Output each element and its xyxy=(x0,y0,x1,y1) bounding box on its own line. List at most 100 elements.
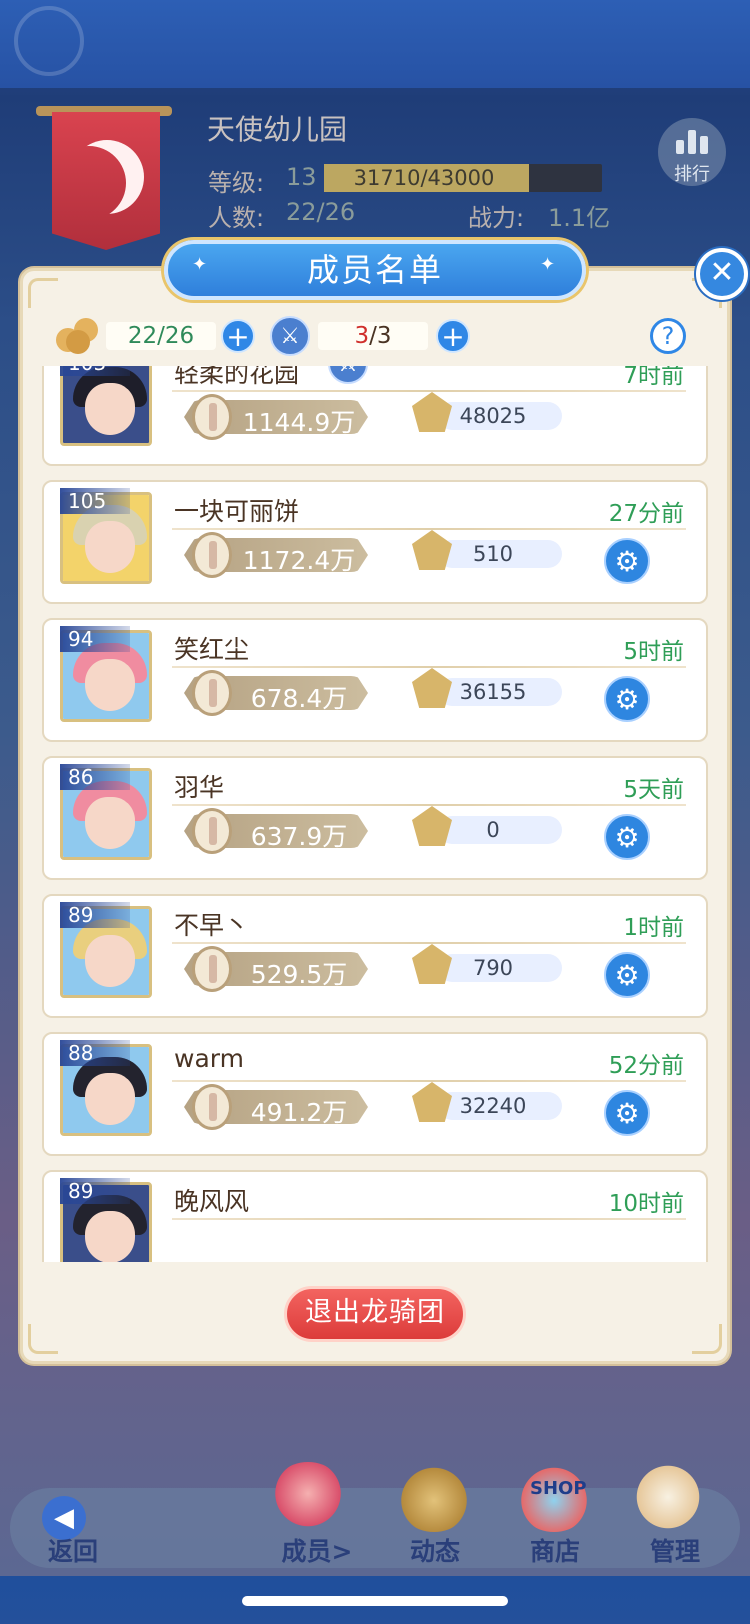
sparkle-icon: ✦ xyxy=(192,254,208,275)
nav-news[interactable]: 动态 xyxy=(380,1532,490,1568)
guild-level-value: 13 xyxy=(286,163,317,191)
avatar-face xyxy=(85,521,135,573)
gear-icon: ⚙ xyxy=(614,959,640,992)
member-honor: 36155 xyxy=(459,680,527,704)
avatar-face xyxy=(85,383,135,435)
crossed-swords-icon: ⚔ xyxy=(270,316,310,356)
member-avatar[interactable] xyxy=(60,366,152,446)
nav-shop[interactable]: 商店 xyxy=(500,1532,610,1568)
panel-title: 成员名单 xyxy=(164,240,586,300)
member-name: 羽华 xyxy=(174,773,225,802)
crescent-moon-icon xyxy=(70,140,144,214)
guild-exp-text: 31710/43000 xyxy=(353,166,495,190)
member-card[interactable]: 105 一块可丽饼 27分前 1172.4万 510 ⚙ xyxy=(42,480,708,604)
guild-name: 天使幼儿园 xyxy=(207,113,348,146)
member-last-online: 1时前 xyxy=(623,915,684,941)
nav-members[interactable]: 成员> xyxy=(262,1532,372,1568)
member-card[interactable]: 94 笑红尘 5时前 678.4万 36155 ⚙ xyxy=(42,618,708,742)
guild-power-label: 战力: xyxy=(468,204,525,232)
member-last-online: 5时前 xyxy=(623,639,684,665)
member-power: 529.5万 xyxy=(250,960,348,989)
member-last-online: 5天前 xyxy=(623,777,684,803)
card-divider xyxy=(172,1218,686,1220)
member-avatar-icon xyxy=(270,1462,346,1532)
member-name: 一块可丽饼 xyxy=(174,497,300,526)
card-divider xyxy=(172,804,686,806)
member-name: 笑红尘 xyxy=(174,635,250,664)
gear-icon: ⚙ xyxy=(614,821,640,854)
avatar-face xyxy=(85,1073,135,1125)
gear-icon: ⚙ xyxy=(614,1097,640,1130)
help-button[interactable]: ? xyxy=(650,318,686,354)
bar-chart-icon xyxy=(676,130,708,154)
sparkle-icon: ✦ xyxy=(540,254,556,275)
member-name: 晚风风 xyxy=(174,1187,250,1216)
member-name: 轻柔的花园 xyxy=(174,366,300,388)
member-power: 1144.9万 xyxy=(242,408,356,437)
member-last-online: 10时前 xyxy=(608,1191,684,1217)
member-card[interactable]: 89 晚风风 10时前 xyxy=(42,1170,708,1262)
member-power: 1172.4万 xyxy=(242,546,356,575)
member-name: warm xyxy=(174,1044,244,1073)
home-indicator[interactable] xyxy=(242,1596,508,1606)
member-last-online: 27分前 xyxy=(608,501,684,527)
avatar-face xyxy=(85,1211,135,1262)
member-name: 不早丶 xyxy=(174,911,250,940)
card-divider xyxy=(172,390,686,392)
member-card[interactable]: 89 不早丶 1时前 529.5万 790 ⚙ xyxy=(42,894,708,1018)
power-sword-icon xyxy=(192,1084,232,1130)
rank-button[interactable]: 排行 xyxy=(658,118,726,186)
close-icon: ✕ xyxy=(709,255,735,290)
member-settings-button[interactable]: ⚙ xyxy=(604,676,650,722)
member-level-badge: 105 xyxy=(60,488,130,514)
card-divider xyxy=(172,1080,686,1082)
guild-members-label: 人数: xyxy=(208,204,265,232)
guild-members-value: 22/26 xyxy=(286,198,356,226)
battle-count-max: /3 xyxy=(369,323,392,349)
member-level-badge: 86 xyxy=(60,764,130,790)
member-honor: 48025 xyxy=(459,404,527,428)
member-card[interactable]: 86 羽华 5天前 637.9万 0 ⚙ xyxy=(42,756,708,880)
power-sword-icon xyxy=(192,808,232,854)
guild-power-value: 1.1亿 xyxy=(548,204,611,232)
question-icon: ? xyxy=(661,322,675,350)
member-settings-button[interactable]: ⚙ xyxy=(604,952,650,998)
add-battle-button[interactable]: + xyxy=(436,319,470,353)
member-power: 491.2万 xyxy=(250,1098,348,1127)
plus-icon: + xyxy=(226,320,250,353)
member-list[interactable]: 103 轻柔的花园 7时前 1144.9万 48025 ⚔ 105 一块可丽饼 27分前 1172… xyxy=(40,366,710,1262)
shop-sign: SHOP xyxy=(530,1478,587,1499)
member-power: 678.4万 xyxy=(250,684,348,713)
member-settings-button[interactable]: ⚙ xyxy=(604,814,650,860)
close-button[interactable]: ✕ xyxy=(696,248,748,300)
nav-back[interactable]: 返回 xyxy=(18,1532,128,1568)
avatar-face xyxy=(85,659,135,711)
member-settings-button[interactable]: ⚙ xyxy=(604,538,650,584)
nav-manage[interactable]: 管理 xyxy=(620,1532,730,1568)
member-level-badge: 94 xyxy=(60,626,130,652)
power-sword-icon xyxy=(192,532,232,578)
member-honor: 790 xyxy=(472,956,514,980)
member-level-badge: 89 xyxy=(60,902,130,928)
exit-guild-button[interactable]: 退出龙骑团 xyxy=(284,1286,466,1342)
battle-badge-icon: ⚔ xyxy=(328,366,368,384)
member-count: 22/26 xyxy=(106,322,216,350)
member-last-online: 52分前 xyxy=(608,1053,684,1079)
member-card[interactable]: 88 warm 52分前 491.2万 32240 ⚙ xyxy=(42,1032,708,1156)
members-icon xyxy=(56,316,100,354)
corner-ornament xyxy=(692,1324,722,1354)
member-level-badge: 89 xyxy=(60,1178,130,1204)
rank-label: 排行 xyxy=(674,164,710,185)
battle-count: 3/3 xyxy=(318,322,428,350)
add-member-button[interactable]: + xyxy=(221,319,255,353)
power-sword-icon xyxy=(192,946,232,992)
corner-ornament xyxy=(28,1324,58,1354)
member-level-badge: 103 xyxy=(60,366,130,376)
gear-icon: ⚙ xyxy=(614,683,640,716)
member-last-online: 7时前 xyxy=(623,366,684,389)
member-power: 637.9万 xyxy=(250,822,348,851)
people-group-icon xyxy=(396,1462,472,1532)
card-divider xyxy=(172,666,686,668)
member-settings-button[interactable]: ⚙ xyxy=(604,1090,650,1136)
member-card[interactable]: 103 轻柔的花园 7时前 1144.9万 48025 ⚔ xyxy=(42,366,708,466)
